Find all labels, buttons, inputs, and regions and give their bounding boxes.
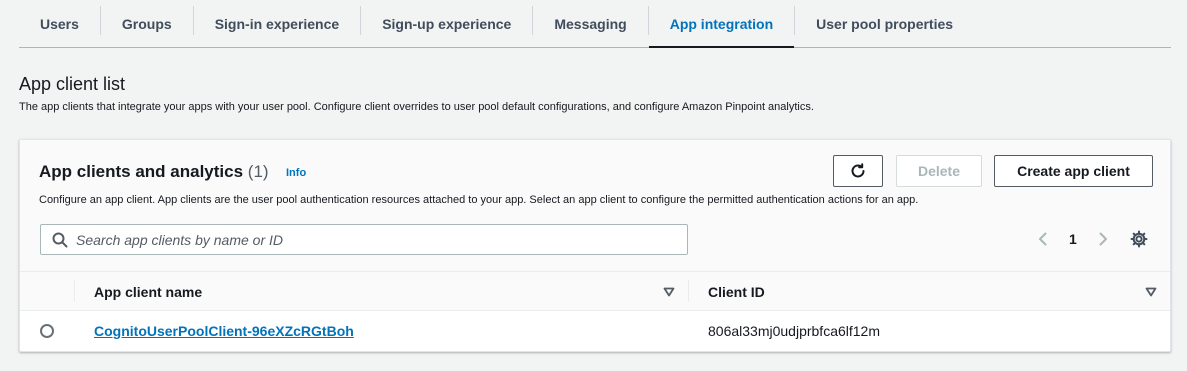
app-clients-card: App clients and analytics (1) Info Confi… bbox=[19, 139, 1171, 352]
tab-groups[interactable]: Groups bbox=[101, 0, 193, 47]
card-description: Configure an app client. App clients are… bbox=[39, 194, 919, 206]
tab-user-pool-properties[interactable]: User pool properties bbox=[795, 0, 974, 47]
tab-sign-in-experience[interactable]: Sign-in experience bbox=[194, 0, 360, 47]
column-header-client-id[interactable]: Client ID bbox=[708, 284, 765, 300]
row-select-radio[interactable] bbox=[40, 324, 54, 338]
create-app-client-button[interactable]: Create app client bbox=[994, 155, 1153, 187]
column-divider bbox=[74, 280, 75, 302]
card-count: (1) bbox=[247, 162, 269, 181]
sort-caret-icon[interactable] bbox=[1144, 285, 1158, 299]
app-client-name-link[interactable]: CognitoUserPoolClient-96eXZcRGtBoh bbox=[94, 323, 354, 339]
refresh-button[interactable] bbox=[833, 155, 883, 187]
tab-bar: Users Groups Sign-in experience Sign-up … bbox=[19, 0, 1171, 48]
tab-messaging[interactable]: Messaging bbox=[533, 0, 647, 47]
table-row: CognitoUserPoolClient-96eXZcRGtBoh 806al… bbox=[20, 311, 1170, 351]
tab-sign-up-experience[interactable]: Sign-up experience bbox=[361, 0, 532, 47]
tab-app-integration[interactable]: App integration bbox=[648, 0, 795, 48]
info-link[interactable]: Info bbox=[286, 167, 306, 179]
section-description: The app clients that integrate your apps… bbox=[19, 101, 814, 113]
sort-caret-icon[interactable] bbox=[662, 285, 676, 299]
table-header: App client name Client ID bbox=[20, 271, 1170, 311]
next-page-icon[interactable] bbox=[1095, 231, 1111, 247]
current-page-number[interactable]: 1 bbox=[1069, 231, 1077, 247]
settings-gear-icon[interactable] bbox=[1130, 230, 1148, 248]
card-title: App clients and analytics (1) bbox=[39, 162, 269, 182]
client-id-value: 806al33mj0udjprbfca6lf12m bbox=[708, 323, 880, 339]
tab-users[interactable]: Users bbox=[19, 0, 100, 47]
section-title: App client list bbox=[19, 74, 126, 94]
search-input[interactable] bbox=[76, 231, 687, 248]
delete-button[interactable]: Delete bbox=[896, 155, 982, 187]
card-header: App clients and analytics (1) Info Confi… bbox=[20, 140, 1170, 271]
search-icon bbox=[52, 232, 68, 248]
column-divider bbox=[688, 280, 689, 302]
pagination: 1 bbox=[1035, 228, 1111, 250]
card-title-text: App clients and analytics bbox=[39, 162, 244, 181]
refresh-icon bbox=[849, 162, 867, 180]
column-header-app-client-name[interactable]: App client name bbox=[94, 284, 202, 300]
search-box bbox=[40, 224, 688, 255]
previous-page-icon[interactable] bbox=[1035, 231, 1051, 247]
